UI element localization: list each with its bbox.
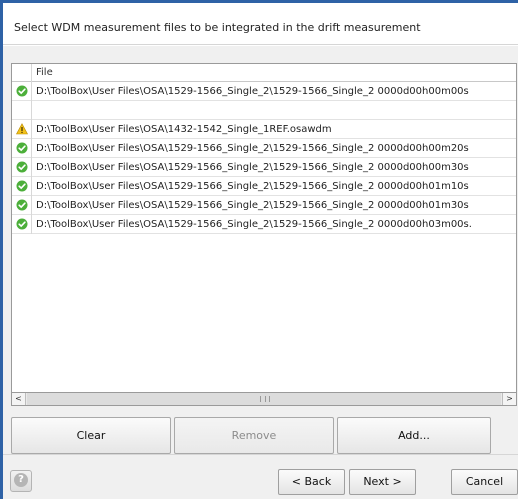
scrollbar-grip-icon [260, 396, 270, 402]
cancel-button[interactable]: Cancel [451, 469, 518, 495]
file-list-row[interactable]: D:\ToolBox\User Files\OSA\1529-1566_Sing… [12, 215, 516, 234]
file-list-row[interactable]: D:\ToolBox\User Files\OSA\1529-1566_Sing… [12, 139, 516, 158]
check-circle-icon [16, 161, 28, 173]
file-list-row[interactable]: D:\ToolBox\User Files\OSA\1529-1566_Sing… [12, 158, 516, 177]
file-path: D:\ToolBox\User Files\OSA\1529-1566_Sing… [36, 86, 469, 97]
add-button[interactable]: Add... [337, 417, 491, 454]
file-path: D:\ToolBox\User Files\OSA\1529-1566_Sing… [36, 200, 469, 211]
next-button[interactable]: Next > [349, 469, 416, 495]
help-button[interactable]: ? [10, 470, 32, 492]
file-path: D:\ToolBox\User Files\OSA\1529-1566_Sing… [36, 143, 469, 154]
horizontal-scrollbar[interactable]: < > [11, 392, 517, 406]
check-circle-icon [16, 85, 28, 97]
file-list-header: File [12, 64, 516, 82]
check-circle-icon [16, 218, 28, 230]
wizard-header: Select WDM measurement files to be integ… [3, 3, 518, 45]
file-path: D:\ToolBox\User Files\OSA\1529-1566_Sing… [36, 162, 469, 173]
file-list-row[interactable]: D:\ToolBox\User Files\OSA\1432-1542_Sing… [12, 120, 516, 139]
file-list-row[interactable]: D:\ToolBox\User Files\OSA\1529-1566_Sing… [12, 196, 516, 215]
check-circle-icon [16, 180, 28, 192]
scrollbar-thumb[interactable] [27, 393, 501, 405]
remove-button[interactable]: Remove [174, 417, 334, 454]
file-list-rows: D:\ToolBox\User Files\OSA\1529-1566_Sing… [12, 82, 516, 234]
help-icon: ? [14, 473, 28, 487]
file-path: D:\ToolBox\User Files\OSA\1529-1566_Sing… [36, 181, 469, 192]
file-column-header[interactable]: File [36, 67, 53, 78]
check-circle-icon [16, 142, 28, 154]
wizard-content: File D:\ToolBox\User Files\OSA\1529-1566… [3, 46, 518, 454]
check-circle-icon [16, 199, 28, 211]
scroll-right-icon[interactable]: > [502, 393, 516, 405]
status-column-header[interactable] [12, 64, 32, 82]
file-path: D:\ToolBox\User Files\OSA\1529-1566_Sing… [36, 219, 472, 230]
file-list-row[interactable]: D:\ToolBox\User Files\OSA\1529-1566_Sing… [12, 82, 516, 101]
clear-button[interactable]: Clear [11, 417, 171, 454]
row-status-cell [12, 101, 32, 120]
file-path: D:\ToolBox\User Files\OSA\1432-1542_Sing… [36, 124, 332, 135]
file-list-row[interactable] [12, 101, 516, 120]
warning-triangle-icon [16, 123, 28, 135]
scroll-left-icon[interactable]: < [12, 393, 26, 405]
instruction-text: Select WDM measurement files to be integ… [14, 21, 421, 34]
back-button[interactable]: < Back [278, 469, 345, 495]
file-list-row[interactable]: D:\ToolBox\User Files\OSA\1529-1566_Sing… [12, 177, 516, 196]
wizard-footer: ? < Back Next > Cancel [3, 454, 518, 499]
file-list[interactable]: File D:\ToolBox\User Files\OSA\1529-1566… [11, 63, 517, 406]
